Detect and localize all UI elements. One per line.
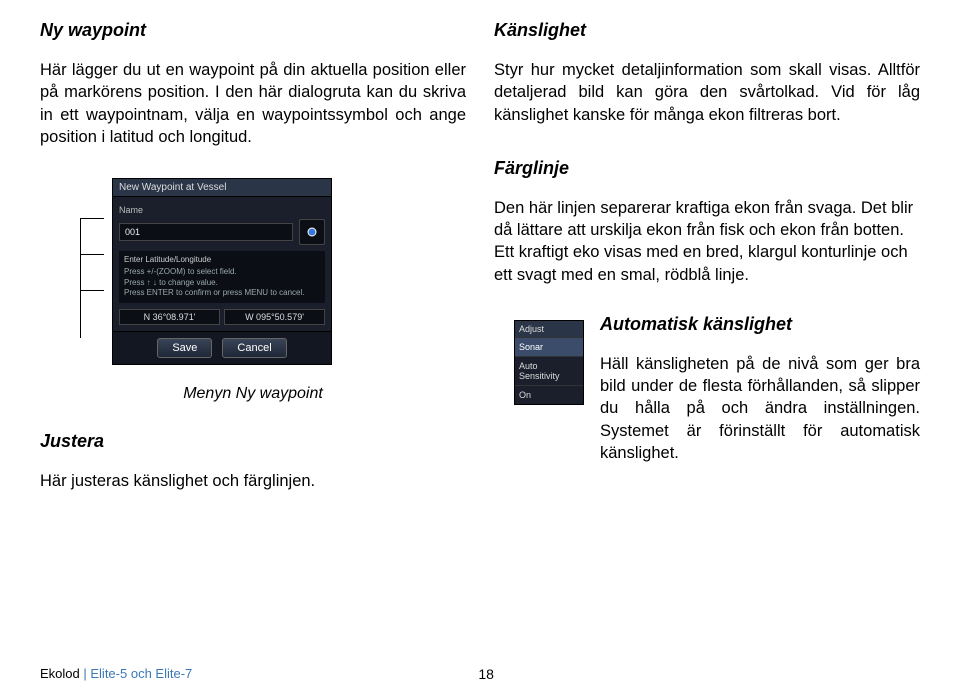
- adjust-menu-item[interactable]: Sonar: [515, 337, 583, 356]
- left-column: Ny waypoint Här lägger du ut en waypoint…: [40, 20, 466, 658]
- paragraph-farglinje: Den här linjen separerar kraftiga ekon f…: [494, 197, 920, 286]
- page-footer: Ekolod | Elite-5 och Elite-7 18: [40, 658, 920, 682]
- adjust-menu-title: Adjust: [515, 321, 583, 337]
- screenshot-caption: Menyn Ny waypoint: [40, 385, 466, 403]
- help-line: Press +/-(ZOOM) to select field.: [124, 267, 320, 277]
- connector-line: [80, 254, 104, 290]
- paragraph-automatisk-kanslighet: Häll känsligheten på de nivå som ger bra…: [600, 353, 920, 464]
- screenshot-adjust-menu: Adjust Sonar Auto Sensitivity On: [514, 320, 584, 405]
- heading-farglinje: Färglinje: [494, 158, 920, 179]
- paragraph-ny-waypoint: Här lägger du ut en waypoint på din aktu…: [40, 59, 466, 148]
- waypoint-symbol-icon[interactable]: [299, 219, 325, 245]
- paragraph-justera: Här justeras känslighet och färglinjen.: [40, 470, 466, 492]
- footer-model-text: Elite-5 och Elite-7: [90, 666, 192, 681]
- adjust-menu-item[interactable]: Auto Sensitivity: [515, 356, 583, 385]
- screenshot-new-waypoint: New Waypoint at Vessel Name 001 Enter La…: [112, 178, 332, 365]
- right-column: Känslighet Styr hur mycket detaljinforma…: [494, 20, 920, 658]
- heading-ny-waypoint: Ny waypoint: [40, 20, 466, 41]
- save-button[interactable]: Save: [157, 338, 212, 358]
- content-columns: Ny waypoint Här lägger du ut en waypoint…: [40, 20, 920, 658]
- help-text-block: Enter Latitude/Longitude Press +/-(ZOOM)…: [119, 251, 325, 303]
- heading-automatisk-kanslighet: Automatisk känslighet: [600, 314, 920, 335]
- adjust-menu-item[interactable]: On: [515, 385, 583, 404]
- heading-kanslighet: Känslighet: [494, 20, 920, 41]
- help-line: Press ↑ ↓ to change value.: [124, 278, 320, 288]
- page: Ny waypoint Här lägger du ut en waypoint…: [0, 0, 960, 692]
- field-label-name: Name: [119, 205, 325, 215]
- connector-lines: [80, 178, 104, 338]
- page-number: 18: [478, 666, 494, 682]
- cancel-button[interactable]: Cancel: [222, 338, 286, 358]
- connector-line: [80, 218, 104, 254]
- field-longitude[interactable]: W 095°50.579': [224, 309, 325, 325]
- connector-line: [80, 290, 104, 338]
- field-latitude[interactable]: N 36°08.971': [119, 309, 220, 325]
- heading-justera: Justera: [40, 431, 466, 452]
- footer-spacer: [780, 666, 920, 682]
- footer-left: Ekolod | Elite-5 och Elite-7: [40, 666, 192, 682]
- help-line: Press ENTER to confirm or press MENU to …: [124, 288, 320, 298]
- footer-section: Ekolod: [40, 666, 80, 681]
- help-label: Enter Latitude/Longitude: [124, 255, 320, 265]
- dialog-title: New Waypoint at Vessel: [113, 179, 331, 197]
- screenshot-new-waypoint-wrap: New Waypoint at Vessel Name 001 Enter La…: [80, 178, 466, 365]
- paragraph-kanslighet: Styr hur mycket detaljinformation som sk…: [494, 59, 920, 126]
- field-name-value[interactable]: 001: [119, 223, 293, 241]
